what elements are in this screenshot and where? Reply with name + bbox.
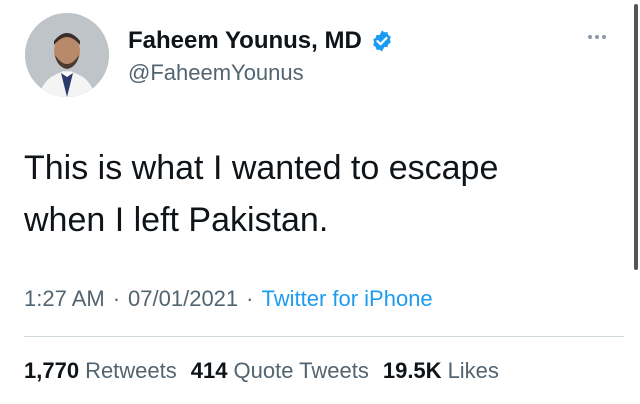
tweet-time[interactable]: 1:27 AM	[24, 286, 105, 312]
quote-tweets-label: Quote Tweets	[233, 358, 369, 383]
display-name[interactable]: Faheem Younus, MD	[128, 27, 362, 55]
retweets-count: 1,770	[24, 358, 80, 383]
tweet-text-line-2: when I left Pakistan.	[24, 201, 329, 239]
tweet-text-line-1: This is what I wanted to escape	[24, 149, 499, 187]
retweets-stat[interactable]: 1,770 Retweets	[24, 358, 177, 384]
avatar[interactable]	[25, 13, 109, 97]
quote-tweets-stat[interactable]: 414 Quote Tweets	[191, 358, 369, 384]
likes-count: 19.5K	[382, 358, 442, 383]
tweet-text: This is what I wanted to escape when I l…	[24, 142, 584, 246]
likes-label: Likes	[447, 358, 499, 383]
profile-photo-icon	[25, 13, 109, 97]
separator-dot: ·	[246, 286, 254, 311]
divider	[24, 336, 624, 337]
verified-badge-icon	[370, 29, 394, 53]
retweets-label: Retweets	[85, 358, 177, 383]
tweet-date[interactable]: 07/01/2021	[128, 286, 238, 312]
separator-dot: ·	[112, 286, 121, 311]
user-handle[interactable]: @FaheemYounus	[128, 60, 304, 86]
author-name-row: Faheem Younus, MD	[128, 27, 394, 55]
tweet-source-link[interactable]: Twitter for iPhone	[261, 286, 432, 312]
tweet-card: Faheem Younus, MD @FaheemYounus This is …	[0, 0, 640, 404]
quote-tweets-count: 414	[190, 358, 228, 383]
scrollbar[interactable]	[634, 4, 638, 270]
likes-stat[interactable]: 19.5K Likes	[383, 358, 499, 384]
more-options-icon[interactable]	[588, 30, 618, 44]
tweet-metadata: 1:27 AM · 07/01/2021 · Twitter for iPhon…	[24, 286, 433, 312]
engagement-stats: 1,770 Retweets 414 Quote Tweets 19.5K Li…	[24, 358, 499, 384]
